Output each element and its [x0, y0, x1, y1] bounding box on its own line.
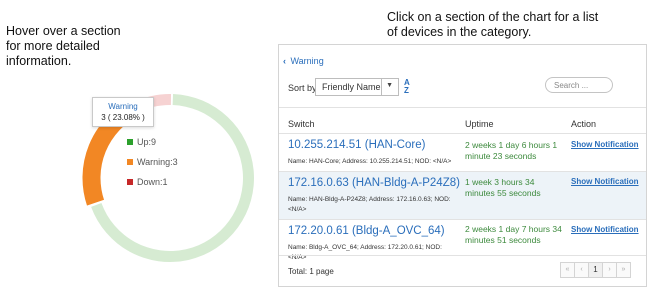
legend-label-down: Down:1 — [137, 177, 168, 187]
table-row: 172.16.0.63 (HAN-Bldg-A-P24Z8) Name: HAN… — [279, 172, 646, 219]
legend-item-warning[interactable]: Warning:3 — [127, 156, 178, 168]
uptime-value: 2 weeks 1 day 6 hours 1 minute 23 second… — [465, 140, 558, 161]
column-header-switch[interactable]: Switch — [288, 119, 315, 129]
back-link-label: Warning — [290, 56, 324, 66]
column-header-action: Action — [571, 119, 597, 129]
sort-select-value: Friendly Name — [322, 82, 381, 92]
switch-name-link[interactable]: 10.255.214.51 (HAN-Core) — [288, 139, 425, 151]
table-row: 10.255.214.51 (HAN-Core) Name: HAN-Core;… — [279, 134, 646, 171]
chevron-down-icon: ▼ — [386, 82, 393, 89]
prev-page-button[interactable]: ‹ — [574, 262, 589, 278]
legend-swatch-warning — [127, 159, 133, 165]
uptime-value: 2 weeks 1 day 7 hours 34 minutes 51 seco… — [465, 224, 562, 245]
footer-divider — [279, 255, 646, 256]
switch-meta: Name: Bldg-A_OVC_64; Address: 172.20.0.6… — [288, 244, 442, 261]
switch-meta: Name: HAN-Core; Address: 10.255.214.51; … — [288, 158, 452, 165]
chevron-left-icon: ‹ — [283, 56, 286, 66]
total-pages-text: Total: 1 page — [288, 267, 334, 276]
legend-swatch-up — [127, 139, 133, 145]
legend-item-down[interactable]: Down:1 — [127, 176, 178, 188]
chart-tooltip: Warning 3 ( 23.08% ) — [92, 97, 154, 127]
pagination: « ‹ 1 › » — [560, 262, 631, 278]
sort-dir-bottom: Z — [404, 86, 409, 95]
tooltip-title: Warning — [108, 102, 138, 111]
sort-select[interactable]: Friendly Name ▼ — [315, 78, 399, 96]
sort-by-label: Sort by — [288, 83, 317, 93]
chart-legend: Up:9 Warning:3 Down:1 — [127, 136, 178, 196]
sort-direction-icon[interactable]: A Z — [404, 79, 410, 95]
legend-swatch-down — [127, 179, 133, 185]
current-page-button[interactable]: 1 — [588, 262, 603, 278]
click-instruction-caption: Click on a section of the chart for a li… — [387, 10, 599, 39]
switch-name-link[interactable]: 172.20.0.61 (Bldg-A_OVC_64) — [288, 225, 445, 237]
show-notification-link[interactable]: Show Notification — [571, 177, 639, 186]
back-to-warning-link[interactable]: ‹ Warning — [283, 56, 324, 66]
legend-item-up[interactable]: Up:9 — [127, 136, 178, 148]
legend-label-up: Up:9 — [137, 137, 157, 147]
show-notification-link[interactable]: Show Notification — [571, 140, 639, 149]
show-notification-link[interactable]: Show Notification — [571, 225, 639, 234]
tooltip-value: 3 ( 23.08% ) — [101, 113, 145, 122]
hover-instruction-caption: Hover over a section for more detailed i… — [6, 24, 121, 68]
toolbar-divider — [279, 107, 646, 108]
column-header-uptime[interactable]: Uptime — [465, 119, 494, 129]
switch-name-link[interactable]: 172.16.0.63 (HAN-Bldg-A-P24Z8) — [288, 177, 460, 189]
table-row: 172.20.0.61 (Bldg-A_OVC_64) Name: Bldg-A… — [279, 220, 646, 261]
legend-label-warning: Warning:3 — [137, 157, 178, 167]
device-list-panel: ‹ Warning Sort by Friendly Name ▼ A Z Se… — [278, 44, 647, 287]
uptime-value: 1 week 3 hours 34 minutes 55 seconds — [465, 177, 541, 198]
next-page-button[interactable]: › — [602, 262, 617, 278]
last-page-button[interactable]: » — [616, 262, 631, 278]
switch-meta: Name: HAN-Bldg-A-P24Z8; Address: 172.16.… — [288, 196, 451, 213]
search-input[interactable]: Search ... — [545, 77, 613, 93]
select-divider — [381, 79, 382, 95]
first-page-button[interactable]: « — [560, 262, 575, 278]
